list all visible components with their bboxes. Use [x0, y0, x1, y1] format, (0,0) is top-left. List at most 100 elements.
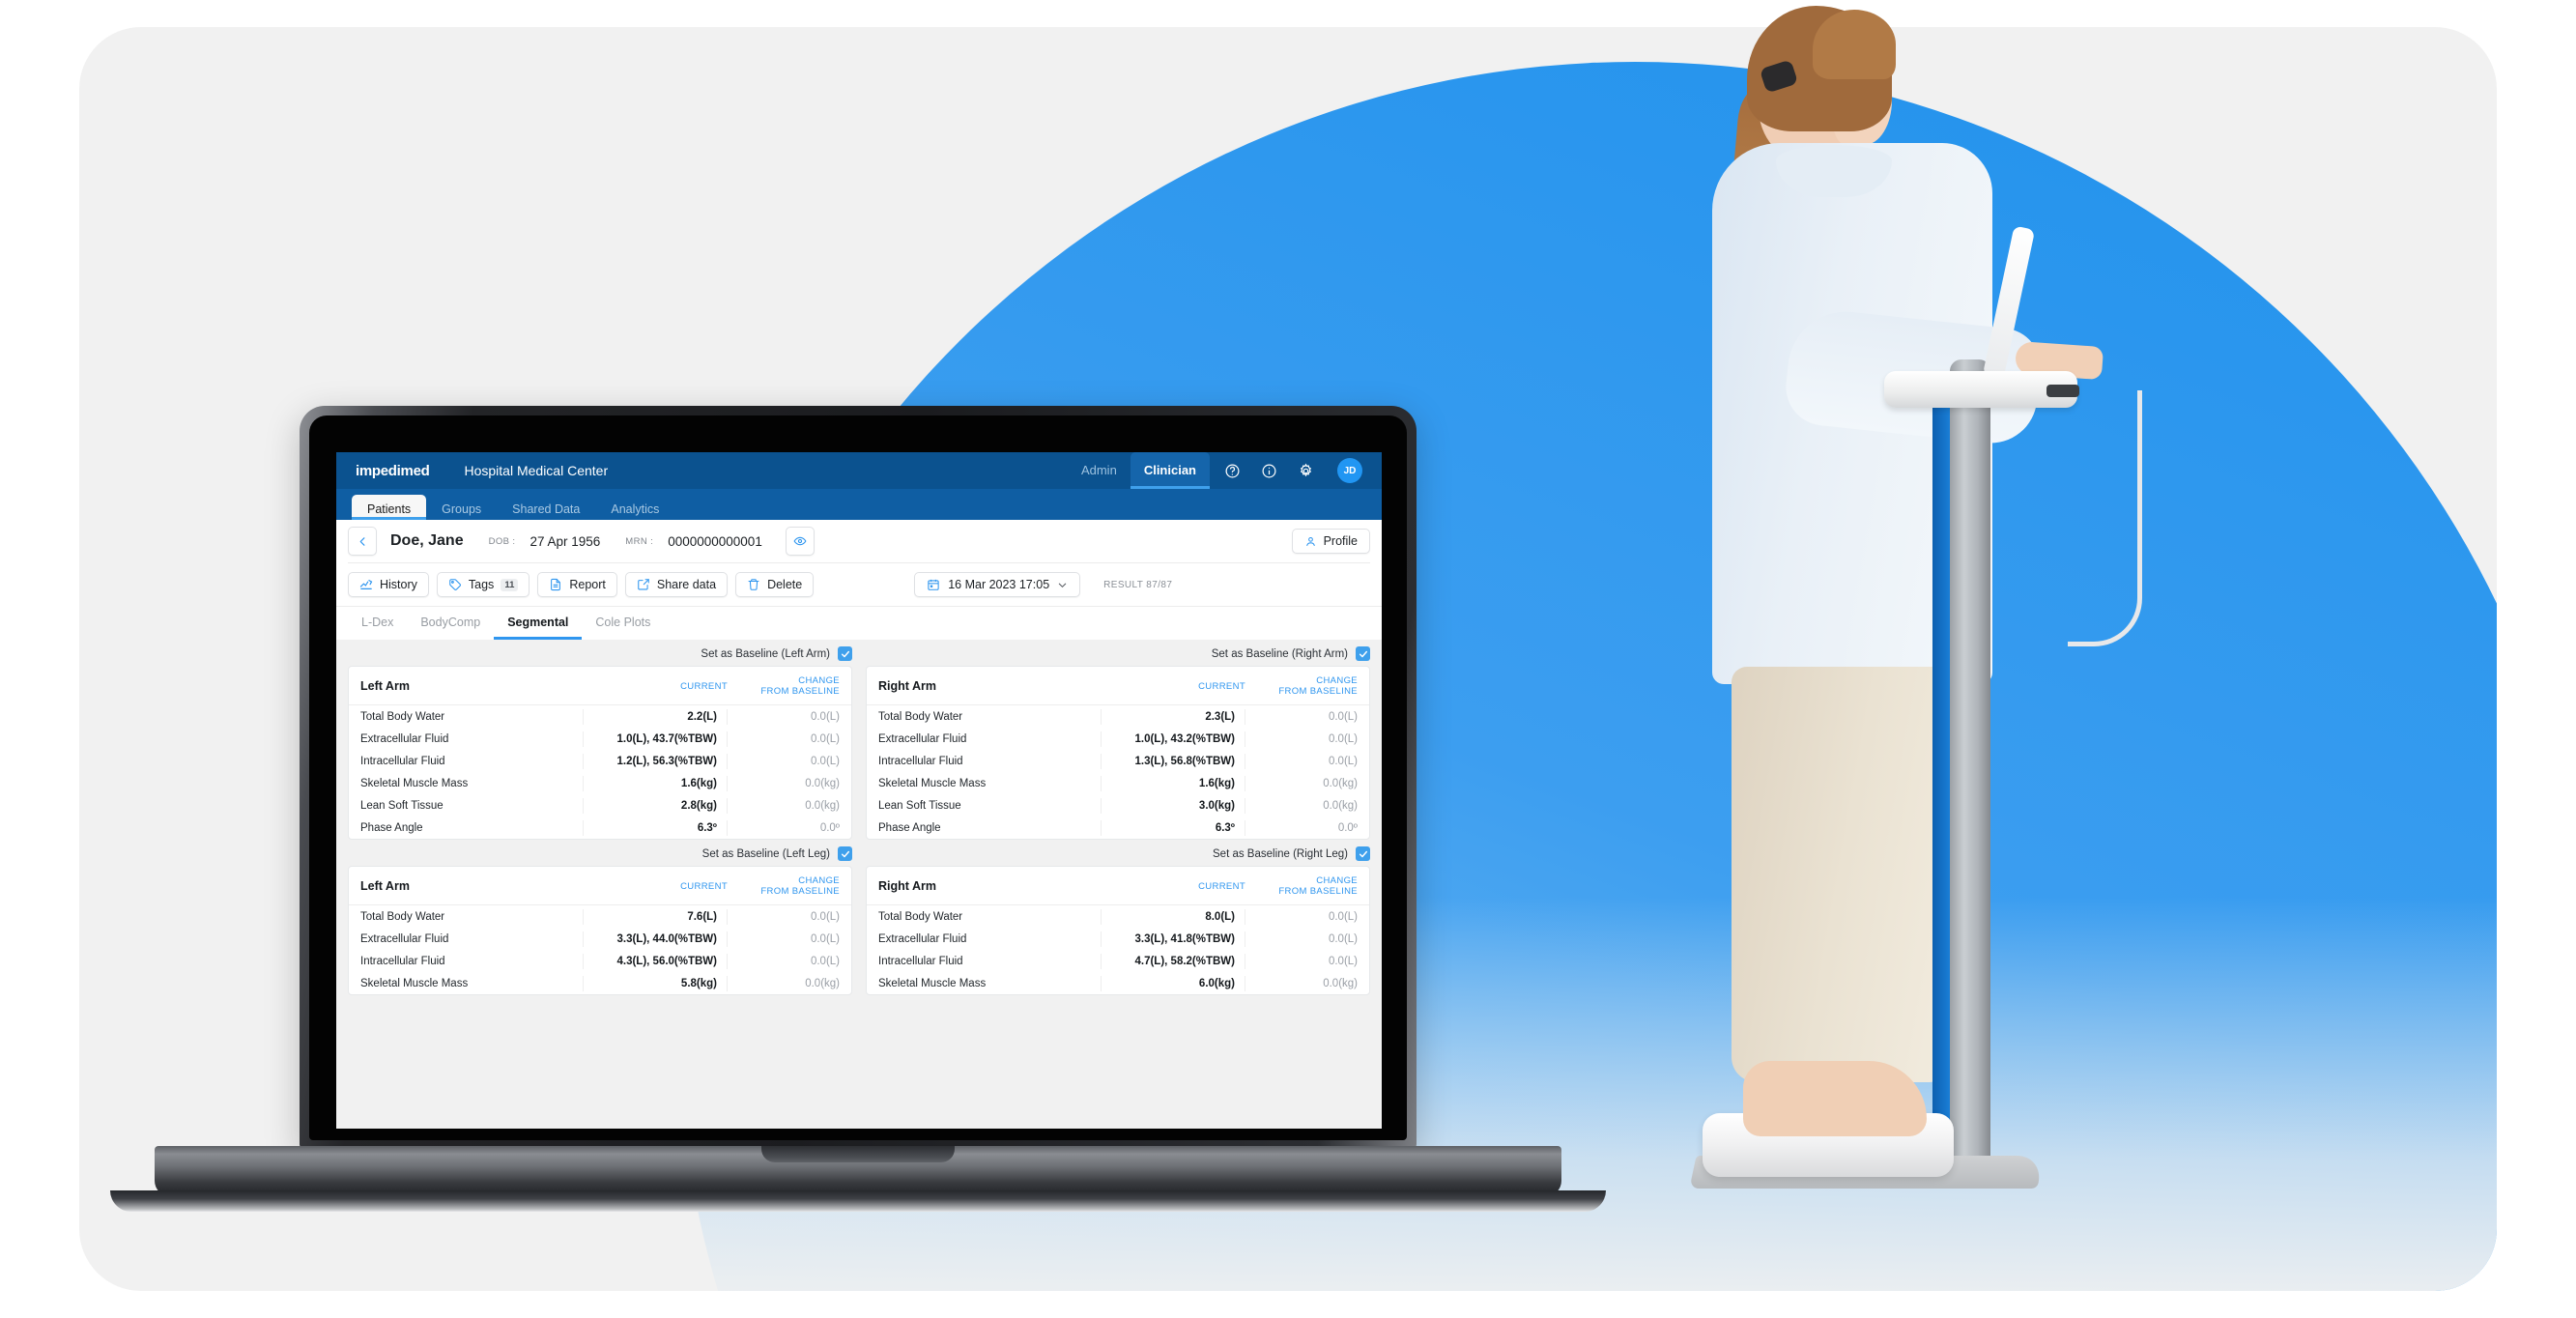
- result-date-selector[interactable]: 16 Mar 2023 17:05: [914, 572, 1081, 597]
- avatar[interactable]: JD: [1337, 458, 1362, 483]
- result-date-value: 16 Mar 2023 17:05: [948, 578, 1050, 591]
- table-row: Skeletal Muscle Mass 6.0(kg) 0.0(kg): [867, 972, 1369, 994]
- baseline-left-leg-checkbox[interactable]: [838, 846, 852, 861]
- tab-analytics[interactable]: Analytics: [595, 495, 674, 520]
- metric-change: 0.0(kg): [805, 977, 840, 989]
- metric-label: Intracellular Fluid: [878, 755, 963, 767]
- baseline-right-arm-checkbox[interactable]: [1356, 646, 1370, 661]
- info-circle-icon[interactable]: [1254, 456, 1283, 485]
- app-topbar: impedimed Hospital Medical Center Admin …: [336, 452, 1382, 489]
- change-line-1: CHANGE: [1316, 675, 1358, 686]
- metric-label: Extracellular Fluid: [360, 932, 449, 945]
- subtab-cole-plots[interactable]: Cole Plots: [582, 607, 664, 640]
- metric-current: 3.3(L), 44.0(%TBW): [583, 931, 728, 947]
- laptop-bezel: impedimed Hospital Medical Center Admin …: [309, 415, 1407, 1140]
- card-title: Right Arm: [878, 679, 936, 693]
- tags-button[interactable]: Tags 11: [436, 572, 530, 597]
- metric-label: Skeletal Muscle Mass: [360, 777, 469, 789]
- baseline-left-leg[interactable]: Set as Baseline (Left Leg): [348, 846, 852, 861]
- metric-change: 0.0(kg): [1323, 799, 1358, 812]
- metric-label: Lean Soft Tissue: [360, 799, 444, 812]
- laptop-screen: impedimed Hospital Medical Center Admin …: [336, 452, 1382, 1129]
- subtab-l-dex[interactable]: L-Dex: [348, 607, 407, 640]
- share-data-button[interactable]: Share data: [624, 572, 729, 597]
- patient-toolbar: History Tags 11 Report Share data Delete…: [348, 562, 1370, 606]
- laptop-foot: [110, 1190, 1606, 1212]
- column-header-change-from-baseline: CHANGE FROM BASELINE: [1245, 675, 1358, 697]
- card-header: Right Arm CURRENT CHANGE FROM BASELINE: [867, 667, 1369, 705]
- baseline-right-arm[interactable]: Set as Baseline (Right Arm): [866, 646, 1370, 661]
- profile-button[interactable]: Profile: [1291, 529, 1370, 554]
- metric-current: 2.8(kg): [583, 797, 728, 814]
- dob-value: 27 Apr 1956: [530, 533, 601, 549]
- table-row: Phase Angle 6.3º 0.0º: [867, 817, 1369, 839]
- change-line-2: FROM BASELINE: [1278, 686, 1358, 697]
- metric-change: 0.0(kg): [805, 799, 840, 812]
- person-hair-top: [1813, 10, 1896, 79]
- baseline-right-leg-checkbox[interactable]: [1356, 846, 1370, 861]
- mrn-label: MRN :: [625, 535, 654, 547]
- change-line-1: CHANGE: [1316, 875, 1358, 886]
- segmental-card-right-leg: Right Arm CURRENT CHANGE FROM BASELINE T…: [866, 866, 1370, 995]
- device-cable: [2068, 390, 2142, 646]
- patient-header-strip: Doe, Jane DOB : 27 Apr 1956 MRN : 000000…: [336, 520, 1382, 606]
- role-tab-clinician[interactable]: Clinician: [1130, 452, 1210, 489]
- table-row: Skeletal Muscle Mass 5.8(kg) 0.0(kg): [349, 972, 851, 994]
- metric-label: Lean Soft Tissue: [878, 799, 961, 812]
- help-circle-icon[interactable]: [1217, 456, 1246, 485]
- card-header: Left Arm CURRENT CHANGE FROM BASELINE: [349, 667, 851, 705]
- tab-patients[interactable]: Patients: [352, 495, 427, 520]
- subtab-segmental[interactable]: Segmental: [494, 607, 583, 640]
- metric-change: 0.0(L): [1328, 755, 1358, 767]
- metric-label: Phase Angle: [360, 821, 423, 834]
- metric-current: 6.0(kg): [1101, 975, 1245, 991]
- delete-button[interactable]: Delete: [735, 572, 815, 597]
- metric-change: 0.0(L): [1328, 910, 1358, 923]
- tab-groups[interactable]: Groups: [426, 495, 497, 520]
- back-button[interactable]: [348, 527, 377, 556]
- metric-current: 1.3(L), 56.8(%TBW): [1101, 753, 1245, 769]
- metric-current: 1.6(kg): [583, 775, 728, 791]
- subtab-bodycomp[interactable]: BodyComp: [407, 607, 494, 640]
- baseline-row-legs: Set as Baseline (Left Leg) Set as Baseli…: [348, 840, 1370, 866]
- metric-current: 1.0(L), 43.7(%TBW): [583, 731, 728, 747]
- change-line-1: CHANGE: [798, 875, 840, 886]
- metric-label: Total Body Water: [360, 910, 445, 923]
- gear-icon[interactable]: [1291, 456, 1320, 485]
- tab-shared-data[interactable]: Shared Data: [497, 495, 595, 520]
- baseline-left-arm[interactable]: Set as Baseline (Left Arm): [348, 646, 852, 661]
- device-pole: [1950, 359, 1990, 1171]
- segmental-card-left-leg: Left Arm CURRENT CHANGE FROM BASELINE To…: [348, 866, 852, 995]
- table-row: Lean Soft Tissue 3.0(kg) 0.0(kg): [867, 794, 1369, 817]
- role-tab-admin[interactable]: Admin: [1068, 452, 1131, 489]
- metric-current: 5.8(kg): [583, 975, 728, 991]
- baseline-left-arm-label: Set as Baseline (Left Arm): [701, 647, 830, 660]
- baseline-left-arm-checkbox[interactable]: [838, 646, 852, 661]
- column-header-current: CURRENT: [680, 680, 728, 692]
- metric-current: 7.6(L): [583, 908, 728, 925]
- segmental-card-row-legs: Left Arm CURRENT CHANGE FROM BASELINE To…: [348, 866, 1370, 995]
- card-title: Left Arm: [360, 879, 410, 893]
- table-row: Total Body Water 8.0(L) 0.0(L): [867, 905, 1369, 928]
- segmental-card-row-arms: Left Arm CURRENT CHANGE FROM BASELINE To…: [348, 666, 1370, 840]
- history-button[interactable]: History: [348, 572, 429, 597]
- metric-change: 0.0(L): [1328, 932, 1358, 945]
- brand-logo[interactable]: impedimed: [356, 463, 430, 479]
- metric-change: 0.0(L): [810, 932, 840, 945]
- change-line-1: CHANGE: [798, 675, 840, 686]
- table-row: Intracellular Fluid 4.7(L), 58.2(%TBW) 0.0…: [867, 950, 1369, 972]
- eye-icon[interactable]: [785, 527, 815, 556]
- column-header-current: CURRENT: [1198, 880, 1245, 892]
- baseline-right-leg[interactable]: Set as Baseline (Right Leg): [866, 846, 1370, 861]
- card-title: Left Arm: [360, 679, 410, 693]
- report-button[interactable]: Report: [537, 572, 617, 597]
- table-row: Intracellular Fluid 4.3(L), 56.0(%TBW) 0.0…: [349, 950, 851, 972]
- share-data-label: Share data: [656, 578, 717, 591]
- main-nav-tabs: Patients Groups Shared Data Analytics: [336, 489, 1382, 520]
- laptop-base: [155, 1146, 1561, 1196]
- metric-change: 0.0(kg): [1323, 977, 1358, 989]
- metric-change: 0.0(L): [1328, 732, 1358, 745]
- product-photo-woman-using-sozo: [1643, 0, 2184, 1318]
- metric-change: 0.0(L): [810, 910, 840, 923]
- change-line-2: FROM BASELINE: [760, 886, 840, 897]
